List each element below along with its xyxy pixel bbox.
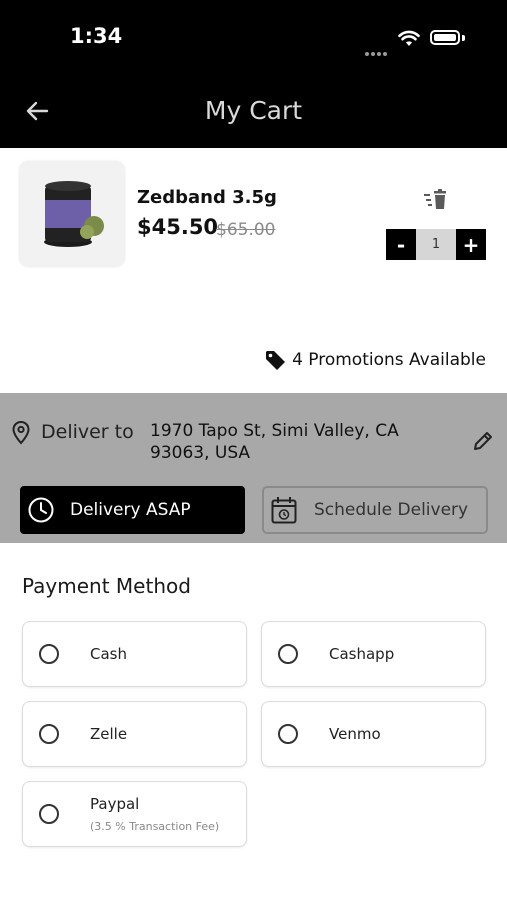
payment-option-label: Cashapp — [329, 645, 395, 663]
payment-option-label: Cash — [90, 645, 127, 663]
schedule-delivery-label: Schedule Delivery — [314, 500, 469, 520]
promotions-label: 4 Promotions Available — [292, 350, 486, 370]
radio-button[interactable] — [278, 724, 298, 744]
edit-address-icon[interactable] — [472, 430, 494, 456]
payment-option-venmo[interactable]: Venmo — [261, 701, 486, 767]
clock-icon — [28, 497, 54, 523]
product-image[interactable] — [20, 162, 124, 266]
radio-button[interactable] — [39, 804, 59, 824]
payment-option-label: Zelle — [90, 725, 128, 743]
payment-option-zelle[interactable]: Zelle — [22, 701, 247, 767]
cellular-signal-icon — [365, 41, 391, 56]
promotions-link[interactable]: 4 Promotions Available — [250, 347, 486, 373]
product-price: $45.50 — [137, 215, 219, 239]
address-line-1: 1970 Tapo St, Simi Valley, CA — [150, 421, 399, 441]
calendar-icon — [271, 497, 297, 524]
increment-button[interactable]: + — [456, 229, 486, 260]
quantity-stepper: - 1 + — [386, 229, 486, 260]
deliver-to-label: Deliver to — [41, 421, 134, 443]
status-time: 1:34 — [70, 24, 123, 48]
radio-button[interactable] — [39, 724, 59, 744]
delivery-asap-label: Delivery ASAP — [70, 500, 191, 520]
page-title: My Cart — [204, 96, 303, 125]
schedule-delivery-button[interactable]: Schedule Delivery — [262, 486, 488, 534]
payment-option-cash[interactable]: Cash — [22, 621, 247, 687]
app-header — [0, 0, 507, 148]
payment-option-label: Paypal — [90, 795, 140, 813]
delete-item-icon[interactable] — [424, 189, 448, 215]
wifi-icon — [398, 30, 420, 51]
quantity-value[interactable]: 1 — [416, 229, 456, 260]
payment-method-title: Payment Method — [22, 574, 191, 598]
location-pin-icon — [12, 420, 30, 449]
payment-option-label: Venmo — [329, 725, 381, 743]
payment-option-cashapp[interactable]: Cashapp — [261, 621, 486, 687]
product-original-price: $65.00 — [216, 220, 276, 240]
delivery-address: 1970 Tapo St, Simi Valley, CA 93063, USA — [150, 420, 440, 464]
transaction-fee-note: (3.5 % Transaction Fee) — [90, 820, 220, 833]
decrement-button[interactable]: - — [386, 229, 416, 260]
radio-button[interactable] — [39, 644, 59, 664]
delivery-asap-button[interactable]: Delivery ASAP — [20, 486, 245, 534]
payment-option-paypal[interactable]: Paypal (3.5 % Transaction Fee) — [22, 781, 247, 847]
tag-icon — [266, 350, 286, 370]
product-name: Zedband 3.5g — [137, 187, 277, 208]
battery-icon — [430, 30, 460, 45]
address-line-2: 93063, USA — [150, 443, 251, 463]
radio-button[interactable] — [278, 644, 298, 664]
battery-tip — [462, 35, 465, 41]
